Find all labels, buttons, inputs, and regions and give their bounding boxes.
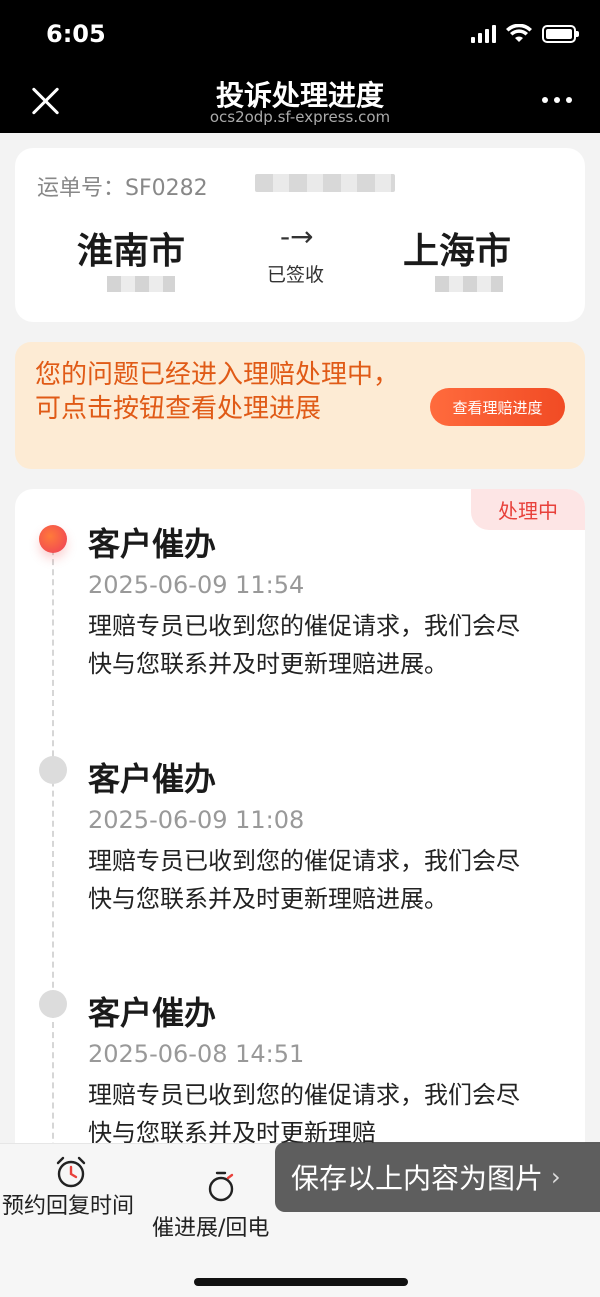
- origin-address-redacted: [107, 276, 175, 292]
- origin-city: 淮南市: [77, 231, 186, 272]
- status-icons: [471, 24, 579, 44]
- urge-callback-label: 催进展/回电: [152, 1216, 270, 1241]
- delivery-status: 已签收: [267, 264, 325, 286]
- route-arrow-icon: -→: [280, 220, 314, 253]
- timeline-item-desc: 理赔专员已收到您的催促请求，我们会尽快与您联系并及时更新理赔: [88, 1081, 520, 1147]
- home-indicator[interactable]: [194, 1278, 408, 1286]
- destination-city: 上海市: [403, 231, 512, 272]
- wifi-icon: [506, 24, 532, 42]
- claim-notice: 您的问题已经进入理赔处理中，可点击按钮查看处理进展 查看理赔进度: [15, 342, 585, 469]
- stopwatch-icon: [208, 1171, 234, 1202]
- waybill-number: 运单号：SF0282: [37, 176, 208, 201]
- claim-notice-text: 您的问题已经进入理赔处理中，可点击按钮查看处理进展: [35, 360, 400, 424]
- timeline-item-time: 2025-06-09 11:08: [88, 806, 305, 834]
- save-as-image-button[interactable]: 保存以上内容为图片 ›: [275, 1142, 600, 1212]
- status-time: 6:05: [46, 20, 106, 48]
- timeline-item-title: 客户催办: [88, 525, 217, 563]
- save-as-image-label: 保存以上内容为图片: [291, 1162, 544, 1195]
- page-url: ocs2odp.sf-express.com: [209, 108, 391, 126]
- battery-icon: [542, 25, 579, 43]
- destination-address-redacted: [435, 276, 503, 292]
- timeline-item-title: 客户催办: [88, 994, 217, 1032]
- timeline-dot-active: [39, 525, 67, 553]
- view-claim-progress-button[interactable]: 查看理赔进度: [430, 388, 565, 426]
- timeline-item-time: 2025-06-09 11:54: [88, 571, 305, 599]
- timeline-item-time: 2025-06-08 14:51: [88, 1040, 305, 1068]
- timeline-dot: [39, 756, 67, 784]
- signal-icon: [471, 25, 496, 43]
- waybill-number-redacted: [255, 174, 395, 192]
- schedule-reply-label: 预约回复时间: [2, 1194, 135, 1219]
- more-options-icon[interactable]: [542, 97, 572, 103]
- top-bar: 6:05 投诉处理进度 ocs2odp.sf-express.com: [0, 0, 600, 133]
- timeline-item-desc: 理赔专员已收到您的催促请求，我们会尽快与您联系并及时更新理赔进展。: [88, 612, 520, 678]
- chevron-right-icon: ›: [551, 1163, 561, 1191]
- timeline-item-title: 客户催办: [88, 760, 217, 798]
- timeline-line: [52, 539, 54, 1189]
- timeline-item-desc: 理赔专员已收到您的催促请求，我们会尽快与您联系并及时更新理赔进展。: [88, 847, 520, 913]
- waybill-card: 运单号：SF0282 淮南市 -→ 已签收 上海市: [15, 148, 585, 322]
- timeline-dot: [39, 990, 67, 1018]
- alarm-clock-icon: [56, 1156, 86, 1188]
- status-badge: 处理中: [471, 489, 585, 530]
